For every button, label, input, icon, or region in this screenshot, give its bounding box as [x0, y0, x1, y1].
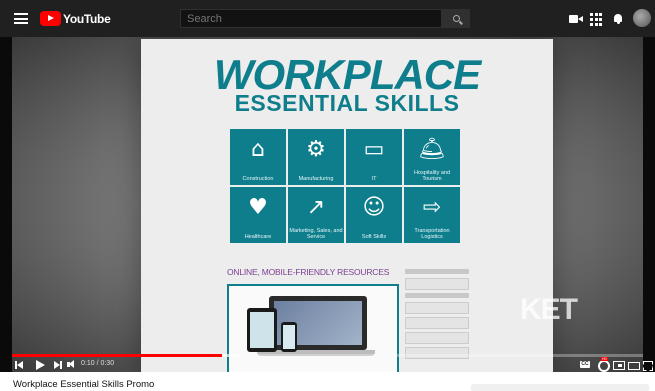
search-input[interactable]	[180, 9, 442, 28]
chart-icon: ↗	[306, 195, 326, 220]
career-tile-label: Healthcare	[244, 234, 272, 240]
resources-heading: ONLINE, MOBILE-FRIENDLY RESOURCES	[227, 267, 390, 277]
poster-image: WORKPLACE ESSENTIAL SKILLS ⌂ Construction…	[141, 39, 553, 372]
notifications-bell-icon[interactable]	[611, 12, 625, 26]
play-icon[interactable]	[35, 359, 45, 371]
youtube-logo[interactable]: YouTube	[40, 11, 111, 26]
heart-icon: ♥	[248, 195, 268, 220]
poster-subtitle: ESSENTIAL SKILLS	[234, 90, 460, 116]
house-icon: ⌂	[251, 137, 265, 162]
career-tile-label: IT	[371, 176, 377, 182]
career-tile: ⌂ Construction	[230, 129, 286, 185]
volume-icon[interactable]	[67, 359, 79, 371]
fullscreen-icon[interactable]	[643, 359, 653, 371]
gear-wrench-icon: ⚙	[306, 137, 326, 162]
next-icon[interactable]	[54, 359, 64, 371]
ket-watermark: KET	[520, 293, 578, 326]
career-tile-label: Transportation Logistics	[414, 228, 450, 240]
phone-icon	[281, 322, 297, 352]
subtitles-icon[interactable]	[580, 359, 590, 371]
career-tile: ⇨ Transportation Logistics	[404, 187, 460, 243]
progress-played	[12, 354, 223, 357]
career-tile-label: Manufacturing	[298, 176, 334, 182]
miniplayer-icon[interactable]	[613, 359, 625, 371]
time-display: 0:10 / 0:30	[81, 360, 115, 367]
career-tile: ▭ IT	[346, 129, 402, 185]
settings-gear-icon[interactable]	[597, 357, 610, 372]
logo-text: YouTube	[63, 11, 111, 26]
career-tile-label: Marketing, Sales, and Service	[289, 228, 343, 240]
truck-icon: ⇨	[422, 195, 442, 220]
theater-mode-icon[interactable]	[628, 359, 640, 371]
career-tile: ⚙ Manufacturing	[288, 129, 344, 185]
career-tile-label: Hospitality and Tourism	[413, 170, 451, 182]
career-tile-label: Construction	[242, 176, 274, 182]
people-chat-icon: ☺	[362, 195, 386, 220]
video-player[interactable]: WORKPLACE ESSENTIAL SKILLS ⌂ Construction…	[0, 37, 655, 372]
create-video-icon[interactable]	[569, 12, 583, 26]
bellhop-icon: 🛎	[418, 137, 446, 162]
youtube-page: YouTube WORKPLACE ESSENTIAL SKILLS ⌂Cons…	[0, 0, 655, 391]
career-tile: ♥ Healthcare	[230, 187, 286, 243]
career-tile-label: Soft Skills	[361, 234, 387, 240]
search-icon	[452, 15, 460, 22]
career-tile: ☺ Soft Skills	[346, 187, 402, 243]
search-button[interactable]	[442, 9, 470, 28]
account-avatar[interactable]	[633, 9, 651, 27]
laptop-icon: ▭	[363, 137, 385, 162]
youtube-play-icon	[40, 11, 61, 26]
career-tiles-grid: ⌂ Construction ⚙ Manufacturing ▭ IT 🛎 Hospitali…	[230, 129, 460, 243]
career-tile: ↗ Marketing, Sales, and Service	[288, 187, 344, 243]
previous-icon[interactable]	[15, 359, 25, 371]
apps-grid-icon[interactable]	[590, 12, 604, 26]
video-title: Workplace Essential Skills Promo	[13, 379, 155, 390]
hamburger-menu-icon[interactable]	[14, 13, 28, 24]
masthead: YouTube	[0, 0, 655, 37]
devices-illustration	[227, 284, 399, 372]
career-tile: 🛎 Hospitality and Tourism	[404, 129, 460, 185]
tablet-icon	[247, 308, 277, 352]
progress-bar[interactable]	[12, 354, 643, 357]
sidebar-placeholder	[471, 384, 649, 391]
